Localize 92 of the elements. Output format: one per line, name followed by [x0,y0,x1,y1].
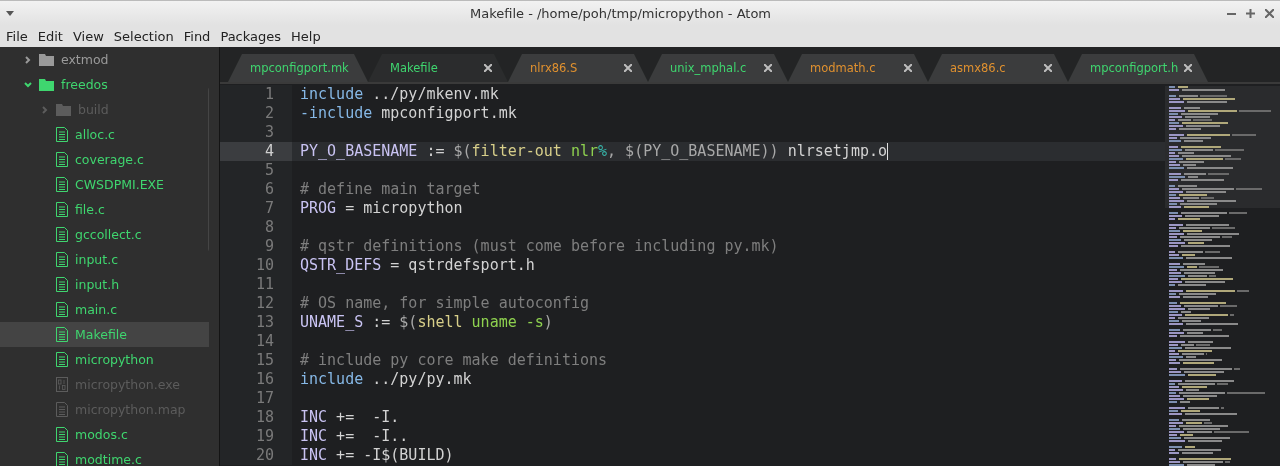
line-number: 9 [220,237,292,256]
tree-item[interactable]: alloc.c [0,122,209,147]
tree-item[interactable]: extmod [0,47,209,72]
tree-item[interactable]: modos.c [0,422,209,447]
line-number: 8 [220,218,292,237]
editor-tab[interactable]: mpconfigport.mk [228,54,368,82]
code-line: -include mpconfigport.mk [300,104,517,123]
menu-item[interactable]: Help [287,28,325,44]
minimap-drawing[interactable] [1165,86,1280,466]
file-icon [56,227,68,242]
line-number: 13 [220,313,292,332]
file-icon [56,352,68,367]
file-icon [56,327,68,342]
chevron-down-icon[interactable] [24,80,32,89]
line-number: 12 [220,294,292,313]
code-line: PY_O_BASENAME := $(filter-out nlr%, $(PY_O_BASENAME)) nlrsetjmp.o [300,142,889,161]
tree-item[interactable]: freedos [0,72,209,97]
tree-item[interactable]: gccollect.c [0,222,209,247]
tree-item[interactable]: input.c [0,247,209,272]
line-number: 7 [220,199,292,218]
code-line: PROG = micropython [300,199,463,218]
menu-item[interactable]: File [2,28,32,44]
file-icon [56,252,68,267]
close-icon[interactable] [1044,64,1052,72]
line-number: 1 [220,85,292,104]
dropdown-icon[interactable] [6,10,14,16]
line-number: 5 [220,161,292,180]
line-number: 6 [220,180,292,199]
editor-tab[interactable]: unix_mphal.c [648,54,788,82]
line-number: 20 [220,446,292,465]
line-number: 18 [220,408,292,427]
line-number: 3 [220,123,292,142]
close-icon[interactable] [624,64,632,72]
close-icon[interactable] [1265,8,1274,18]
editor-tab[interactable]: mpconfigport.h [1068,54,1208,82]
tree-item[interactable]: modtime.c [0,447,209,466]
maximize-icon[interactable] [1246,8,1255,18]
menu-item[interactable]: Find [179,28,215,44]
file-icon [56,302,68,317]
file-icon [56,127,68,142]
editor-tab[interactable]: modmath.c [788,54,928,82]
folder-icon [39,78,54,91]
line-number: 16 [220,370,292,389]
code-line: # define main target [300,180,481,199]
file-icon [56,452,68,466]
file-icon [56,402,68,417]
code-line: # include py core make definitions [300,351,608,370]
line-number: 10 [220,256,292,275]
binary-file-icon [56,377,68,392]
line-number: 11 [220,275,292,294]
code-line: # OS name, for simple autoconfig [300,294,589,313]
tree-item[interactable]: micropython [0,347,209,372]
tree-item[interactable]: main.c [0,297,209,322]
line-number: 14 [220,332,292,351]
tree-item[interactable]: Makefile [0,322,209,347]
code-line: include ../py/py.mk [300,370,472,389]
close-icon[interactable] [484,64,492,72]
tree-item[interactable]: file.c [0,197,209,222]
menu-item[interactable]: Edit [33,28,67,44]
line-number: 19 [220,427,292,446]
file-icon [56,152,68,167]
folder-icon [39,53,54,66]
tree-item[interactable]: coverage.c [0,147,209,172]
code-line: QSTR_DEFS = qstrdefsport.h [300,256,535,275]
editor-tab[interactable]: nlrx86.S [508,54,648,82]
code-line: include ../py/mkenv.mk [300,85,499,104]
line-number: 15 [220,351,292,370]
code-line: INC += -I.. [300,427,409,446]
file-icon [56,202,68,217]
code-line: # qstr definitions (must come before including py.mk) [300,237,779,256]
editor-tab[interactable]: asmx86.c [928,54,1068,82]
code-line: UNAME_S := $(shell uname -s) [300,313,553,332]
close-icon[interactable] [1184,64,1192,72]
window-title: Makefile - /home/poh/tmp/micropython - Atom [468,5,773,21]
folder-icon [56,103,71,116]
tree-item[interactable]: input.h [0,272,209,297]
file-icon [56,177,68,192]
menu-item[interactable]: View [68,28,108,44]
file-icon [56,427,68,442]
chevron-right-icon[interactable] [24,55,32,64]
file-icon [56,277,68,292]
tree-item[interactable]: CWSDPMI.EXE [0,172,209,197]
close-icon[interactable] [764,64,772,72]
line-number: 4 [220,142,292,161]
line-number: 2 [220,104,292,123]
code-line: INC += -I$(BUILD) [300,446,454,465]
line-number: 17 [220,389,292,408]
close-icon[interactable] [904,64,912,72]
menu-item[interactable]: Selection [109,28,178,44]
editor-tab[interactable]: Makefile [368,54,508,82]
code-line: INC += -I. [300,408,400,427]
menu-item[interactable]: Packages [216,28,286,44]
